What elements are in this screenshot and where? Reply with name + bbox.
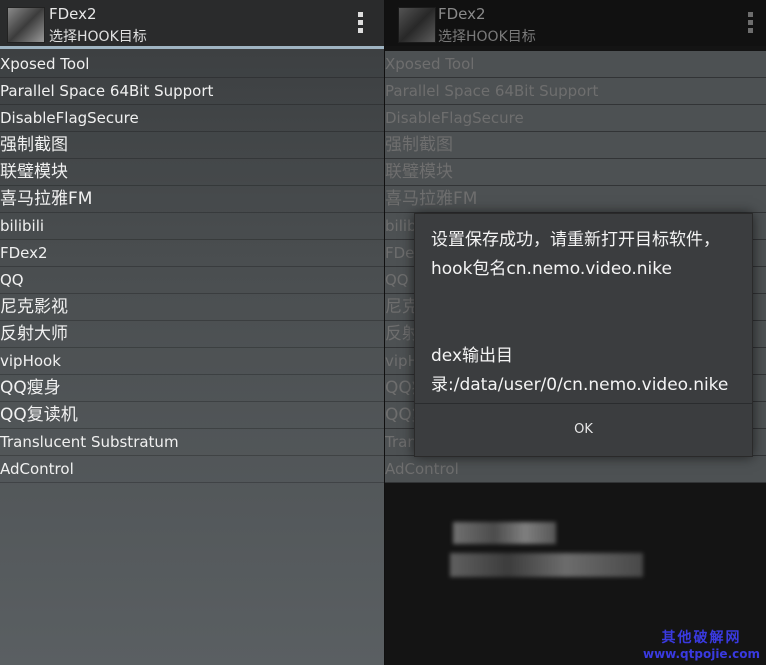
list-item[interactable]: vipHook bbox=[0, 348, 384, 375]
app-list: Xposed Tool Parallel Space 64Bit Support D… bbox=[0, 51, 384, 483]
app-icon bbox=[398, 7, 436, 43]
list-item: 喜马拉雅FM bbox=[385, 186, 766, 213]
overflow-menu-icon bbox=[746, 12, 754, 36]
action-bar-divider bbox=[0, 46, 384, 49]
app-title: FDex2 bbox=[438, 5, 486, 23]
list-item[interactable]: 强制截图 bbox=[0, 132, 384, 159]
action-bar: FDex2 选择HOOK目标 bbox=[0, 0, 384, 46]
ok-button[interactable]: OK bbox=[415, 404, 752, 456]
watermark-title: 其他破解网 bbox=[661, 630, 742, 646]
app-title: FDex2 bbox=[49, 5, 97, 23]
list-item: Xposed Tool bbox=[385, 51, 766, 78]
list-item[interactable]: QQ bbox=[0, 267, 384, 294]
list-item[interactable]: 联璧模块 bbox=[0, 159, 384, 186]
list-item: 联璧模块 bbox=[385, 159, 766, 186]
app-subtitle: 选择HOOK目标 bbox=[438, 29, 536, 45]
blurred-content bbox=[450, 553, 643, 577]
dialog-message: 设置保存成功，请重新打开目标软件，hook包名cn.nemo.video.nik… bbox=[431, 230, 720, 279]
watermark: 其他破解网 www.qtpojie.com bbox=[643, 627, 760, 661]
list-item: AdControl bbox=[385, 456, 766, 483]
dialog-button-bar: OK bbox=[415, 403, 752, 456]
save-success-dialog: 设置保存成功，请重新打开目标软件，hook包名cn.nemo.video.nik… bbox=[414, 213, 753, 457]
list-item[interactable]: bilibili bbox=[0, 213, 384, 240]
list-item[interactable]: 喜马拉雅FM bbox=[0, 186, 384, 213]
list-item[interactable]: QQ复读机 bbox=[0, 402, 384, 429]
blurred-content bbox=[453, 522, 556, 544]
overflow-menu-icon[interactable] bbox=[356, 12, 364, 36]
list-item: 强制截图 bbox=[385, 132, 766, 159]
list-item[interactable]: DisableFlagSecure bbox=[0, 105, 384, 132]
list-item[interactable]: AdControl bbox=[0, 456, 384, 483]
list-item[interactable]: 尼克影视 bbox=[0, 294, 384, 321]
list-item[interactable]: QQ瘦身 bbox=[0, 375, 384, 402]
app-subtitle: 选择HOOK目标 bbox=[49, 29, 147, 45]
app-icon bbox=[7, 7, 45, 43]
list-item: DisableFlagSecure bbox=[385, 105, 766, 132]
watermark-url: www.qtpojie.com bbox=[643, 647, 760, 661]
action-bar-dimmed: FDex2 选择HOOK目标 bbox=[385, 0, 766, 46]
list-item: Parallel Space 64Bit Support bbox=[385, 78, 766, 105]
list-item[interactable]: Parallel Space 64Bit Support bbox=[0, 78, 384, 105]
list-item[interactable]: Xposed Tool bbox=[0, 51, 384, 78]
dialog-output-path: dex输出目录:/data/user/0/cn.nemo.video.nike bbox=[431, 346, 729, 395]
list-item[interactable]: 反射大师 bbox=[0, 321, 384, 348]
list-item[interactable]: FDex2 bbox=[0, 240, 384, 267]
left-screen: FDex2 选择HOOK目标 Xposed Tool Parallel Space… bbox=[0, 0, 384, 665]
list-item[interactable]: Translucent Substratum bbox=[0, 429, 384, 456]
